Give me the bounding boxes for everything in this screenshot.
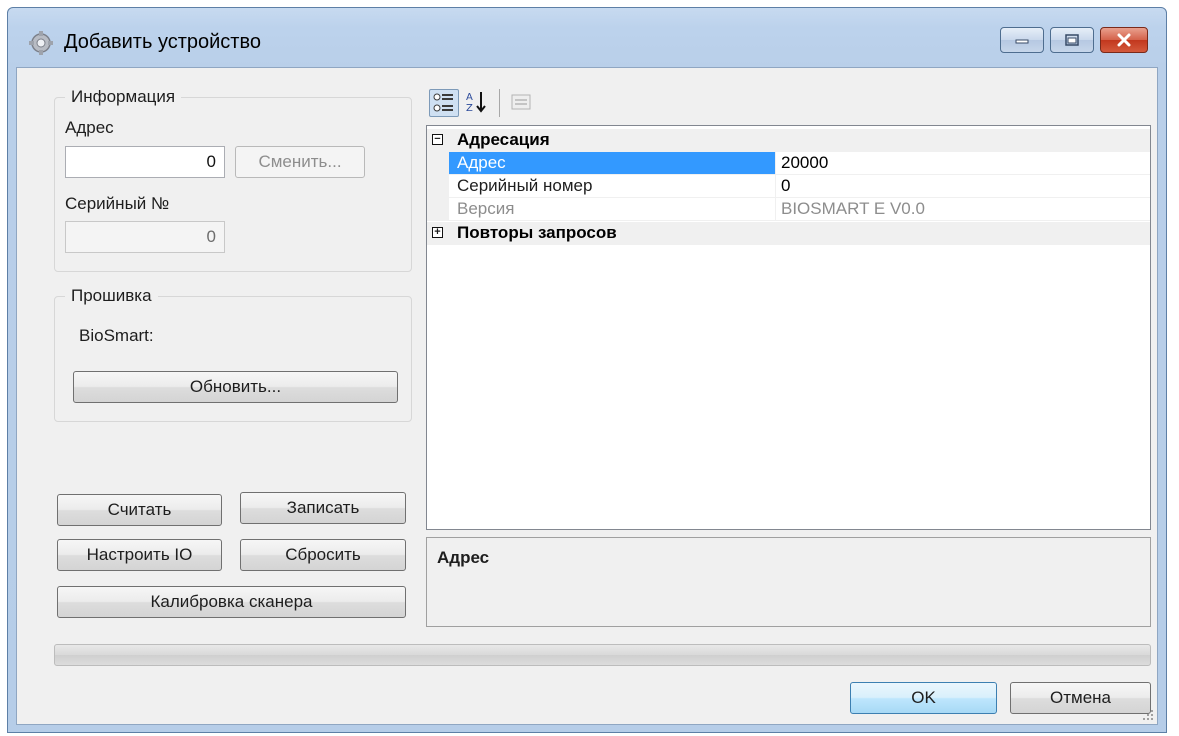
minimize-button[interactable]	[1000, 27, 1044, 53]
property-pages-icon	[511, 94, 531, 110]
firmware-group-title: Прошивка	[65, 286, 158, 306]
property-grid[interactable]: − Адресация Адрес 20000 Серийный номер 0	[426, 125, 1151, 530]
reset-button[interactable]: Сбросить	[240, 539, 406, 571]
firmware-groupbox: Прошивка	[54, 286, 412, 422]
category-row-request-retries[interactable]: + Повторы запросов	[427, 222, 1150, 245]
toolbar-separator	[499, 89, 500, 117]
address-input[interactable]: 0	[65, 146, 225, 178]
collapse-icon[interactable]: −	[432, 134, 443, 145]
property-name: Версия	[457, 199, 515, 218]
property-description-pane: Адрес	[426, 537, 1151, 627]
property-row-serial-number[interactable]: Серийный номер 0	[427, 175, 1150, 198]
property-row-version[interactable]: Версия BIOSMART E V0.0	[427, 198, 1150, 221]
gear-icon[interactable]	[28, 30, 54, 56]
alphabetical-button[interactable]: A Z	[463, 89, 493, 117]
categorized-button[interactable]	[429, 89, 459, 117]
cancel-button[interactable]: Отмена	[1010, 682, 1151, 714]
title-bar[interactable]: Добавить устройство	[8, 8, 1166, 73]
property-value[interactable]: 20000	[781, 152, 828, 174]
progress-bar	[54, 644, 1151, 666]
category-label: Адресация	[457, 130, 550, 149]
read-button[interactable]: Считать	[57, 494, 222, 526]
category-row-addressing[interactable]: − Адресация	[427, 129, 1150, 152]
svg-text:Z: Z	[466, 103, 473, 114]
write-button[interactable]: Записать	[240, 492, 406, 524]
serial-number-label: Серийный №	[65, 194, 170, 213]
ok-button[interactable]: OK	[850, 682, 997, 714]
close-button[interactable]	[1100, 27, 1148, 53]
minimize-icon	[1015, 39, 1029, 44]
dialog-window: Добавить устройство Информация Адрес 0 С…	[7, 7, 1167, 733]
sort-alphabetical-icon: A Z	[466, 92, 486, 114]
maximize-button[interactable]	[1050, 27, 1094, 53]
change-address-button[interactable]: Сменить...	[235, 146, 365, 178]
configure-io-button[interactable]: Настроить IO	[57, 539, 222, 571]
info-group-title: Информация	[65, 87, 182, 107]
property-name: Серийный номер	[457, 176, 593, 195]
svg-text:A: A	[466, 92, 473, 103]
address-label: Адрес	[65, 118, 114, 137]
property-value[interactable]: 0	[781, 175, 790, 197]
biosmart-label: BioSmart:	[79, 326, 154, 345]
resize-grip-icon[interactable]	[1142, 709, 1154, 721]
property-value: BIOSMART E V0.0	[781, 199, 925, 218]
property-pages-button[interactable]	[507, 89, 537, 117]
expand-icon[interactable]: +	[432, 227, 443, 238]
property-row-address[interactable]: Адрес 20000	[427, 152, 1150, 175]
description-title: Адрес	[437, 548, 490, 567]
property-name: Адрес	[457, 153, 506, 172]
serial-number-field: 0	[65, 221, 225, 253]
update-firmware-button[interactable]: Обновить...	[73, 371, 398, 403]
categorized-icon	[433, 93, 453, 112]
close-icon	[1117, 33, 1131, 47]
category-label: Повторы запросов	[457, 223, 617, 242]
maximize-icon	[1065, 34, 1079, 46]
window-title: Добавить устройство	[64, 31, 261, 53]
calibrate-scanner-button[interactable]: Калибровка сканера	[57, 586, 406, 618]
dialog-client-area: Информация Адрес 0 Сменить... Серийный №…	[16, 67, 1158, 725]
